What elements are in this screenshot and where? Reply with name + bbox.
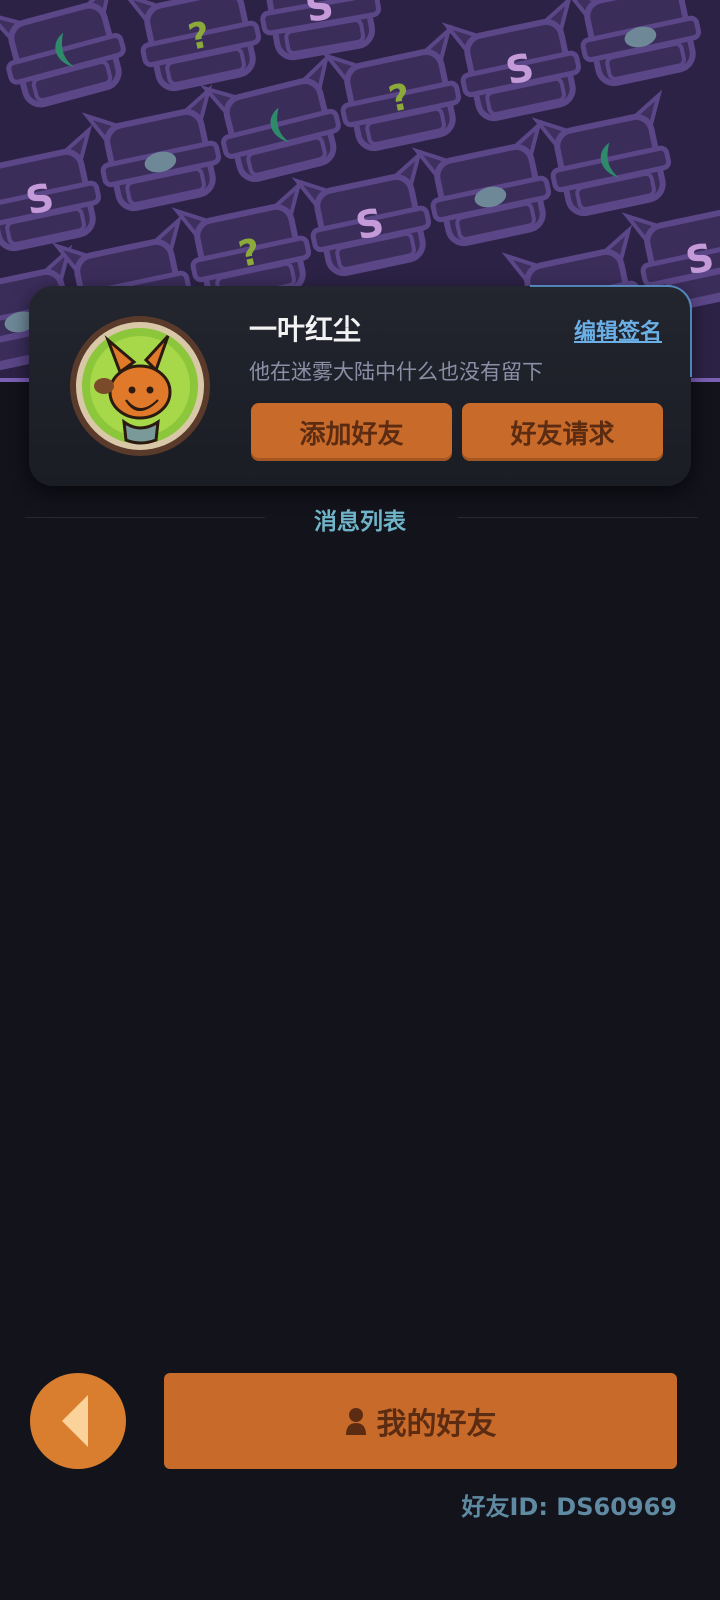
username: 一叶红尘: [249, 313, 362, 346]
my-friends-label: 我的好友: [376, 1407, 497, 1442]
message-list-title: 消息列表: [314, 509, 406, 535]
back-button[interactable]: [30, 1373, 126, 1469]
friend-id-label: 好友ID: DS60969: [461, 1493, 677, 1521]
back-arrow-icon: [62, 1395, 88, 1447]
signature-text: 他在迷雾大陆中什么也没有留下: [249, 360, 543, 384]
friend-requests-button[interactable]: 好友请求: [462, 403, 663, 461]
add-friend-button[interactable]: 添加好友: [251, 403, 452, 461]
divider-right: [458, 517, 698, 518]
edit-signature-link[interactable]: 编辑签名: [574, 314, 662, 346]
profile-card: 一叶红尘 编辑签名 他在迷雾大陆中什么也没有留下 添加好友 好友请求: [29, 285, 692, 486]
person-icon: [345, 1408, 366, 1435]
my-friends-button[interactable]: 我的好友: [164, 1373, 677, 1469]
fox-avatar-icon[interactable]: [68, 314, 212, 458]
message-list: [25, 540, 695, 1340]
